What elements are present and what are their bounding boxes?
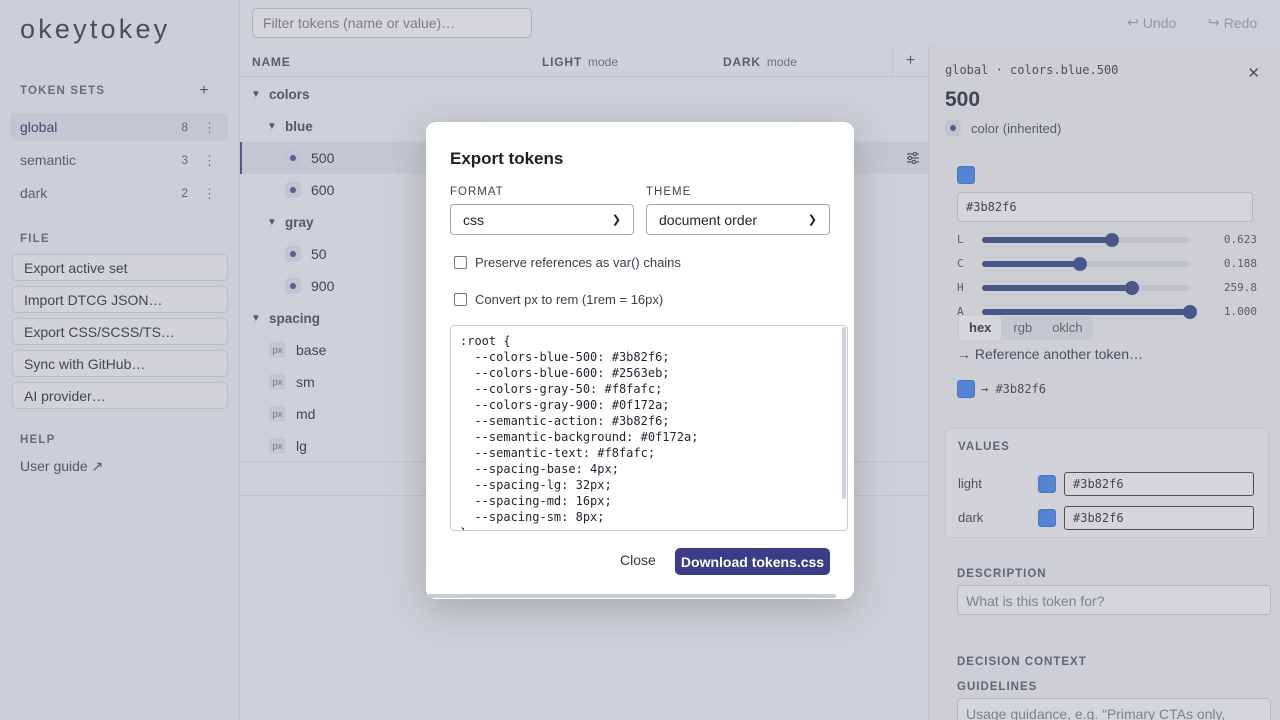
- format-value: css: [463, 211, 484, 228]
- format-select[interactable]: css ❯: [450, 204, 634, 235]
- scrollbar[interactable]: [842, 327, 846, 499]
- chevron-down-icon: ❯: [807, 214, 817, 226]
- convert-rem-option[interactable]: Convert px to rem (1rem = 16px): [454, 292, 663, 307]
- chevron-down-icon: ❯: [611, 214, 621, 226]
- convert-rem-checkbox[interactable]: [454, 293, 467, 306]
- theme-select[interactable]: document order ❯: [646, 204, 830, 235]
- theme-value: document order: [659, 211, 758, 228]
- download-button[interactable]: Download tokens.css: [675, 548, 830, 575]
- export-tokens-dialog: Export tokens FORMAT css ❯ THEME documen…: [426, 122, 854, 599]
- theme-label: THEME: [646, 186, 692, 198]
- close-button[interactable]: Close: [620, 552, 656, 568]
- export-preview-textarea[interactable]: :root { --colors-blue-500: #3b82f6; --co…: [450, 325, 848, 531]
- preserve-refs-checkbox[interactable]: [454, 256, 467, 269]
- dialog-title: Export tokens: [450, 149, 564, 168]
- export-code: :root { --colors-blue-500: #3b82f6; --co…: [460, 334, 699, 530]
- preserve-refs-label: Preserve references as var() chains: [475, 255, 681, 270]
- horizontal-scrollbar[interactable]: [426, 594, 836, 598]
- format-label: FORMAT: [450, 186, 504, 198]
- convert-rem-label: Convert px to rem (1rem = 16px): [475, 292, 664, 307]
- preserve-refs-option[interactable]: Preserve references as var() chains: [454, 255, 681, 270]
